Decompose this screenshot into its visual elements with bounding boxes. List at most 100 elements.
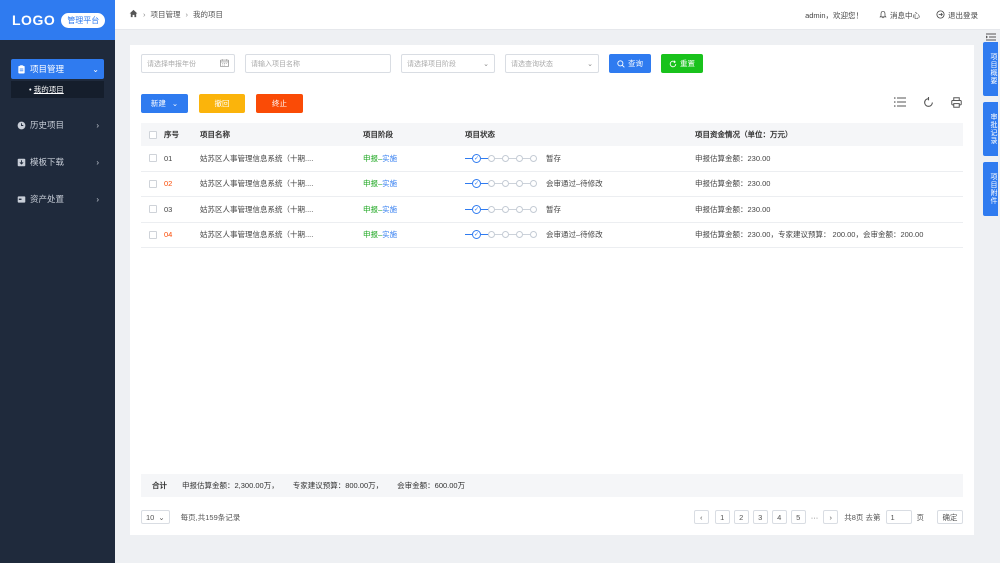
stage-implement: 实施 (382, 153, 398, 163)
messages-link[interactable]: 消息中心 (879, 10, 920, 21)
new-label: 新建 (150, 99, 166, 108)
row-checkbox[interactable] (148, 205, 157, 214)
summary-review: 会审金额：600.00万 (397, 481, 466, 490)
check-icon: ✓ (472, 230, 481, 240)
home-icon[interactable] (129, 9, 138, 20)
sidebar-subitem-label: 我的项目 (33, 85, 64, 94)
sidebar-item-assets[interactable]: 资产处置 › (11, 189, 104, 209)
status-select[interactable]: 请选查询状态 ⌄ (505, 54, 599, 73)
check-icon: ✓ (472, 179, 481, 189)
page-button-3[interactable]: 3 (752, 510, 768, 524)
logout-link[interactable]: 退出登录 (936, 9, 978, 21)
header-actions: admin，欢迎您！ 消息中心 退出登录 (789, 0, 978, 30)
table-header: 序号 项目名称 项目阶段 项目状态 项目资金情况（单位：万元） (141, 123, 963, 146)
breadcrumb-separator: › (185, 10, 189, 19)
print-icon[interactable] (949, 95, 963, 109)
year-placeholder: 请选择申报年份 (147, 60, 196, 68)
status-text: 会审通过–待修改 (546, 179, 603, 189)
row-no: 03 (164, 204, 173, 214)
chevron-down-icon: ⌄ (92, 64, 99, 74)
download-icon (16, 157, 26, 167)
goto-value: 1 (890, 512, 895, 522)
messages-label: 消息中心 (890, 10, 920, 20)
page-size-select[interactable]: 10 ⌄ (141, 510, 170, 524)
page-button-5[interactable]: 5 (790, 510, 806, 524)
table-row[interactable]: 03 姑苏区人事管理信息系统（十期.... 申报 – 实施 ✓ 暂存 申报估算金额：… (141, 197, 963, 223)
calendar-icon (220, 58, 229, 69)
projects-table: 序号 项目名称 项目阶段 项目状态 项目资金情况（单位：万元） 01 姑苏区人事… (141, 123, 963, 248)
summary-declared: 申报估算金额：2,300.00万， (182, 481, 279, 490)
rail-tab-approval-records[interactable]: 审批记录 (983, 102, 998, 156)
breadcrumb-item[interactable]: 项目管理 (151, 9, 181, 20)
revoke-button[interactable]: 撤回 (199, 94, 245, 113)
stage-implement: 实施 (382, 230, 398, 240)
sidebar-item-label: 模板下载 (30, 157, 65, 167)
row-checkbox[interactable] (148, 179, 157, 188)
progress-steps: ✓ (465, 230, 537, 240)
col-no: 序号 (164, 130, 179, 139)
table-row[interactable]: 02 姑苏区人事管理信息系统（十期.... 申报 – 实施 ✓ 会审通过–待修改 申… (141, 172, 963, 197)
platform-badge: 管理平台 (61, 12, 106, 28)
new-button[interactable]: 新建 ⌄ (141, 94, 188, 113)
sidebar-item-project-management[interactable]: 项目管理 ⌄ (11, 59, 104, 79)
check-icon: ✓ (472, 153, 481, 163)
page-button-4[interactable]: 4 (771, 510, 787, 524)
project-name-input[interactable]: 请输入项目名称 (245, 54, 391, 73)
row-name[interactable]: 姑苏区人事管理信息系统（十期.... (200, 204, 363, 215)
table-row[interactable]: 04 姑苏区人事管理信息系统（十期.... 申报 – 实施 ✓ 会审通过–待修改 申… (141, 223, 963, 248)
row-status: ✓ 会审通过–待修改 (465, 178, 695, 189)
page-button-2[interactable]: 2 (733, 510, 749, 524)
check-icon: ✓ (472, 204, 481, 214)
card-icon (16, 194, 26, 204)
select-all-checkbox[interactable] (148, 130, 157, 139)
row-name[interactable]: 姑苏区人事管理信息系统（十期.... (200, 153, 363, 164)
year-select[interactable]: 请选择申报年份 (141, 54, 235, 73)
stage-declare: 申报 (363, 204, 378, 214)
logout-label: 退出登录 (948, 10, 978, 20)
query-button[interactable]: 查询 (609, 54, 651, 73)
status-text: 暂存 (546, 204, 561, 214)
sidebar-item-templates[interactable]: 模板下载 › (11, 152, 104, 172)
breadcrumb-item-current: 我的项目 (193, 10, 223, 19)
row-no: 01 (164, 153, 173, 163)
stage-declare: 申报 (363, 230, 378, 240)
table-row[interactable]: 01 姑苏区人事管理信息系统（十期.... 申报 – 实施 ✓ 暂存 申报估算金额：… (141, 146, 963, 172)
confirm-page-button[interactable]: 确定 (937, 510, 963, 524)
page-size-value: 10 (146, 512, 155, 522)
sidebar-subitem-my-projects[interactable]: • 我的项目 (11, 81, 104, 98)
clock-icon (16, 120, 26, 130)
welcome-text: admin，欢迎您！ (805, 10, 863, 21)
list-icon[interactable] (893, 95, 907, 109)
prev-page-button[interactable]: ‹ (693, 510, 709, 524)
rail-tab-overview[interactable]: 项目概要 (983, 42, 998, 96)
next-page-button[interactable]: › (823, 510, 839, 524)
pagination: 10 ⌄ 每页,共159条记录 ‹ 1 2 3 4 5 ··· › 共8页 去第… (141, 510, 963, 524)
row-name[interactable]: 姑苏区人事管理信息系统（十期.... (200, 229, 363, 240)
page-button-1[interactable]: 1 (714, 510, 730, 524)
status-text: 暂存 (546, 153, 561, 163)
row-fund: 申报估算金额：230.00，专家建议预算： 200.00，会审金额：200.00 (695, 230, 924, 240)
reset-button[interactable]: 重置 (661, 54, 703, 73)
col-name: 项目名称 (200, 130, 230, 139)
row-name[interactable]: 姑苏区人事管理信息系统（十期.... (200, 178, 363, 189)
chevron-down-icon: ⌄ (483, 60, 489, 68)
row-checkbox[interactable] (148, 154, 157, 163)
refresh-icon[interactable] (921, 95, 935, 109)
goto-page-input[interactable]: 1 (885, 510, 912, 524)
rail-tab-attachments[interactable]: 项目附件 (983, 162, 998, 216)
stage-implement: 实施 (382, 179, 398, 189)
logout-icon (936, 9, 945, 21)
row-status: ✓ 暂存 (465, 204, 695, 215)
row-stage: 申报 – 实施 (363, 229, 465, 240)
chevron-down-icon: ⌄ (171, 99, 179, 108)
summary-bar: 合计 申报估算金额：2,300.00万， 专家建议预算：800.00万， 会审金… (141, 474, 963, 497)
col-status: 项目状态 (465, 130, 495, 139)
reset-label: 重置 (680, 59, 695, 68)
stage-select[interactable]: 请选择项目阶段 ⌄ (401, 54, 495, 73)
stop-button[interactable]: 终止 (256, 94, 303, 113)
sidebar-item-history[interactable]: 历史项目 › (11, 115, 104, 135)
stage-placeholder: 请选择项目阶段 (407, 60, 456, 68)
row-fund: 申报估算金额：230.00 (695, 153, 771, 163)
row-checkbox[interactable] (148, 230, 157, 239)
refresh-icon (669, 59, 677, 68)
